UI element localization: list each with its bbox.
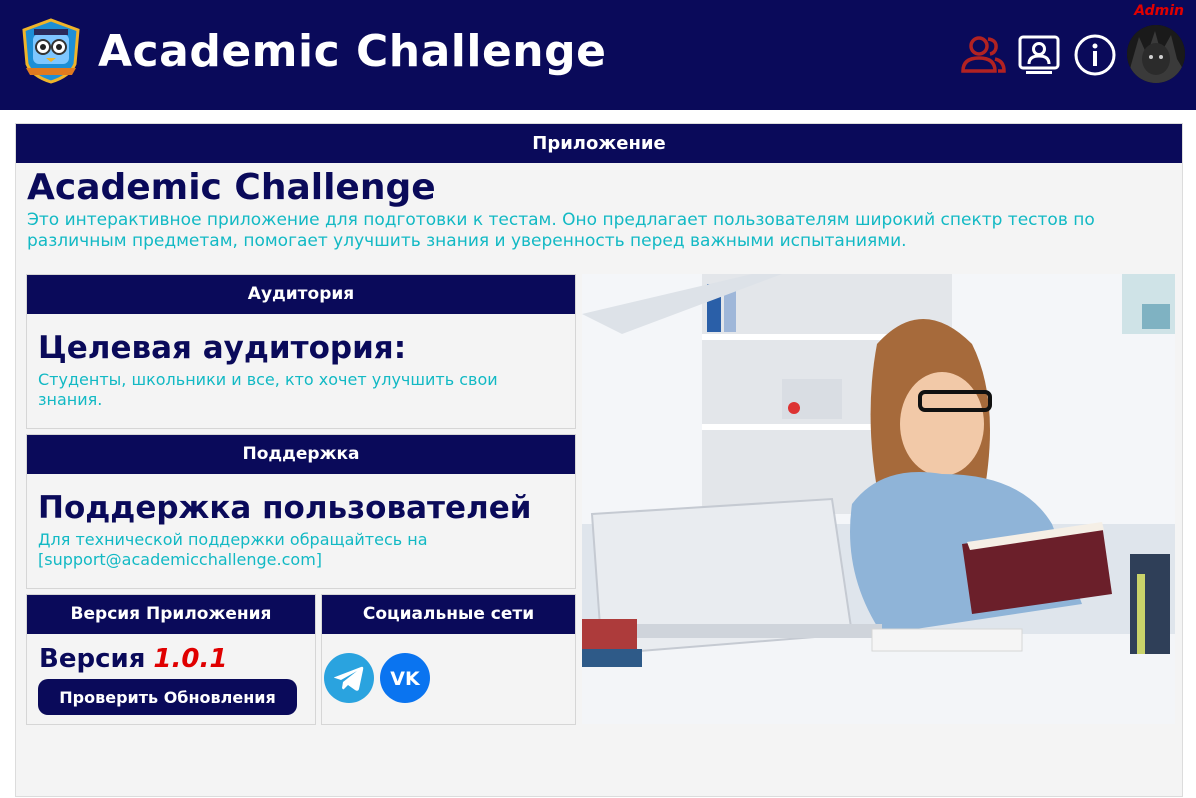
app-description: Это интерактивное приложение для подгото… — [27, 210, 1095, 251]
support-text[interactable]: Для технической поддержки обращайтесь на… — [38, 530, 564, 570]
social-header: Социальные сети — [322, 595, 575, 634]
vk-icon[interactable]: VK — [380, 653, 430, 703]
audience-panel: Аудитория Целевая аудитория: Студенты, ш… — [26, 274, 576, 429]
info-icon[interactable] — [1073, 33, 1119, 77]
role-badge: Admin — [1134, 3, 1184, 19]
version-label: Версия — [39, 644, 146, 674]
audience-title: Целевая аудитория: — [38, 330, 407, 366]
version-panel: Версия Приложения Версия 1.0.1 Проверить … — [26, 594, 316, 725]
audience-text: Студенты, школьники и все, кто хочет улу… — [38, 370, 498, 409]
svg-text:VK: VK — [390, 668, 421, 690]
top-bar: Academic Challenge Admin — [0, 0, 1196, 110]
app-title: Academic Challenge — [98, 26, 607, 77]
social-panel: Социальные сети VK — [321, 594, 576, 725]
app-info-card: Приложение Academic Challenge Это интера… — [15, 123, 1183, 797]
student-photo — [582, 274, 1175, 724]
telegram-icon[interactable] — [324, 653, 374, 703]
check-updates-button[interactable]: Проверить Обновления — [38, 679, 297, 715]
avatar[interactable] — [1127, 25, 1185, 83]
audience-header: Аудитория — [27, 275, 575, 314]
support-panel: Поддержка Поддержка пользователей Для те… — [26, 434, 576, 589]
card-header: Приложение — [16, 124, 1182, 163]
version-header: Версия Приложения — [27, 595, 315, 634]
users-icon[interactable] — [959, 33, 1006, 77]
app-name-heading: Academic Challenge — [27, 167, 436, 208]
support-title: Поддержка пользователей — [38, 490, 532, 526]
version-line: Версия 1.0.1 — [39, 644, 315, 674]
support-header: Поддержка — [27, 435, 575, 474]
profile-card-icon[interactable] — [1017, 33, 1063, 77]
app-logo[interactable] — [20, 18, 82, 84]
version-number: 1.0.1 — [153, 644, 228, 674]
